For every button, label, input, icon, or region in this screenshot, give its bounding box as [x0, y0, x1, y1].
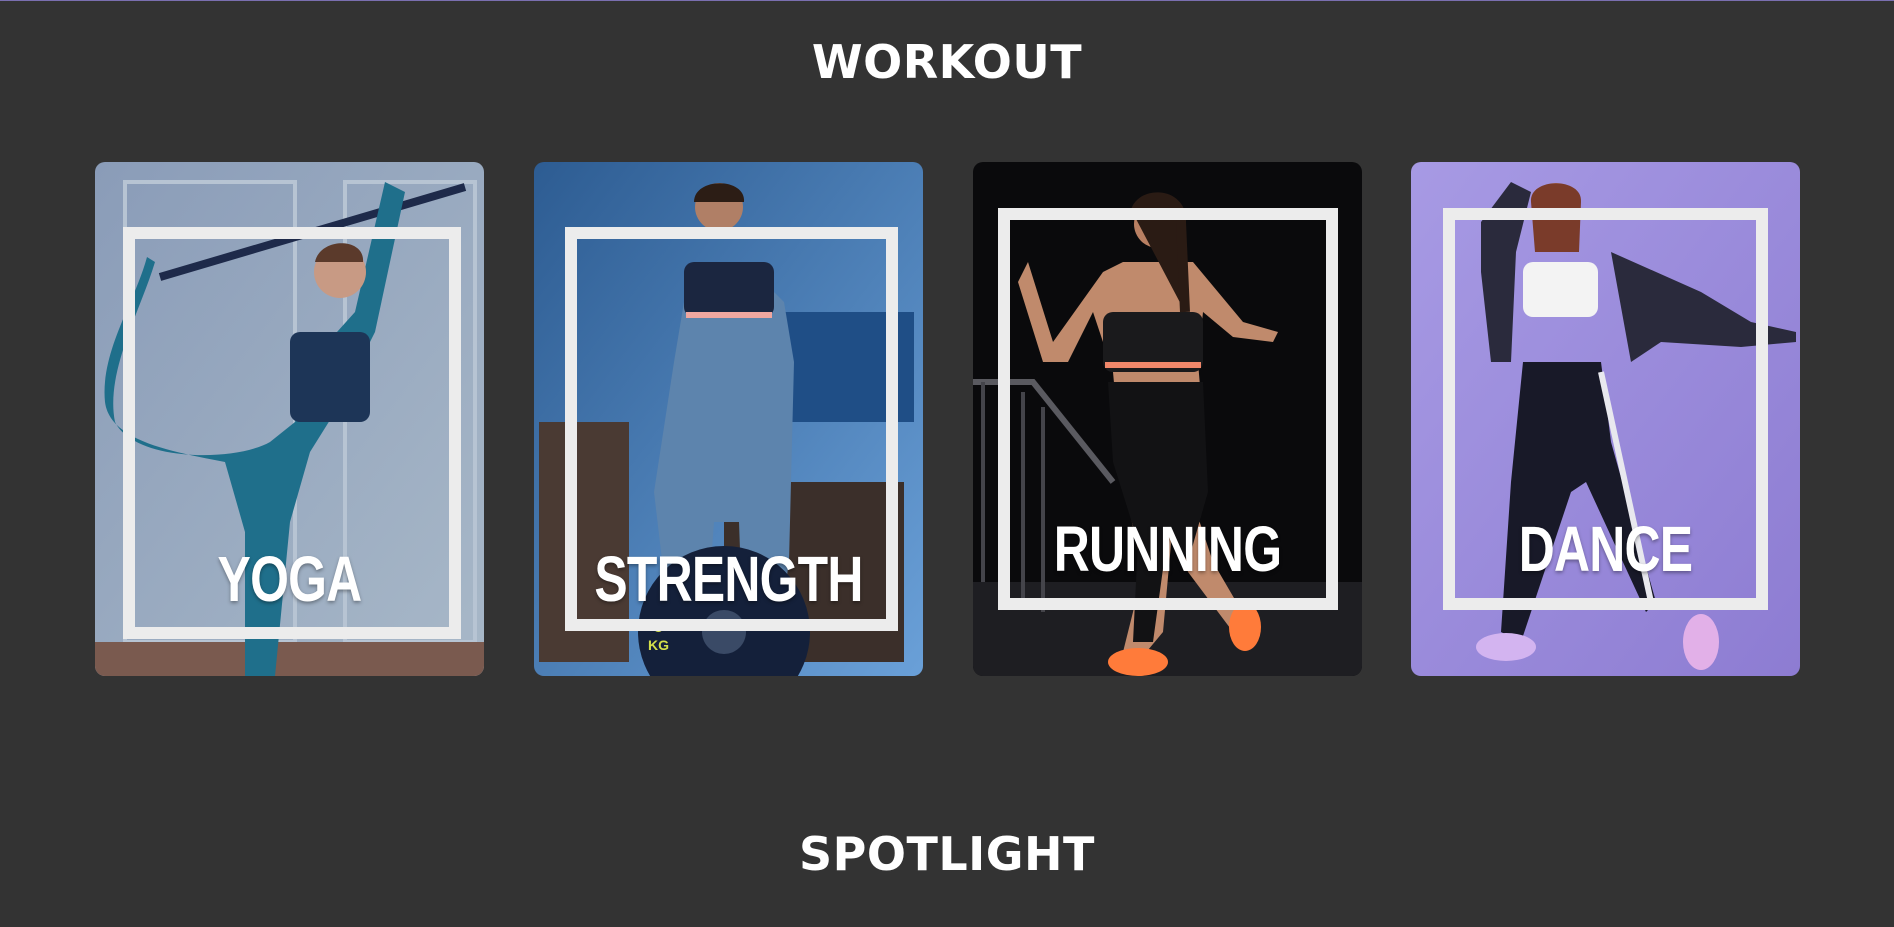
- workout-card-strength[interactable]: 5 KG STRENGTH: [534, 162, 923, 676]
- workout-card-row: YOGA 5 KG STRENGTH RUNNING DANCE: [95, 162, 1800, 676]
- strength-label: STRENGTH: [594, 543, 863, 615]
- workout-section-title: WORKOUT: [811, 35, 1083, 89]
- page: WORKOUT YOGA 5 KG STRENGTH RUNNING DANCE…: [0, 0, 1894, 927]
- running-label: RUNNING: [1053, 513, 1282, 585]
- yoga-label: YOGA: [217, 543, 363, 615]
- workout-card-yoga[interactable]: YOGA: [95, 162, 484, 676]
- svg-text:KG: KG: [648, 637, 669, 653]
- spotlight-section-title: SPOTLIGHT: [799, 827, 1095, 881]
- workout-card-dance[interactable]: DANCE: [1411, 162, 1800, 676]
- workout-card-running[interactable]: RUNNING: [973, 162, 1362, 676]
- dance-label: DANCE: [1518, 513, 1693, 585]
